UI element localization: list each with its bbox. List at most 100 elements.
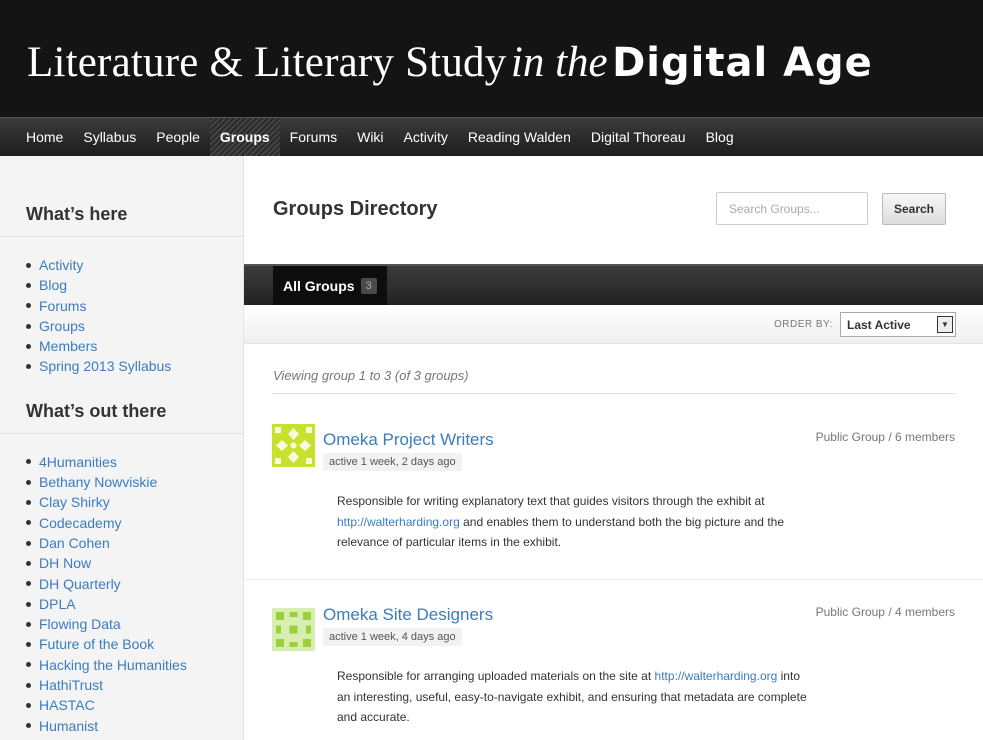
sidebar-link[interactable]: Future of the Book xyxy=(26,634,243,654)
bullet-icon xyxy=(26,621,31,627)
sidebar-link[interactable]: 4Humanities xyxy=(26,452,243,472)
order-by-label: ORDER BY: xyxy=(774,319,833,330)
whats-here-list: Activity Blog Forums Groups Members Spri… xyxy=(0,255,243,377)
sidebar-link[interactable]: Groups xyxy=(26,316,243,336)
group-description: Responsible for arranging uploaded mater… xyxy=(337,666,807,728)
sidebar-link-label: Spring 2013 Syllabus xyxy=(39,358,172,375)
nav-activity[interactable]: Activity xyxy=(394,118,458,156)
search-input[interactable] xyxy=(716,192,868,225)
site-title-part3: Digital Age xyxy=(612,40,873,86)
whats-out-there-list: 4Humanities Bethany Nowviskie Clay Shirk… xyxy=(0,452,243,736)
order-by-select[interactable]: Last Active ▼ xyxy=(840,312,956,337)
group-item: Omeka Project Writers active 1 week, 2 d… xyxy=(244,406,983,580)
sidebar-link-label: Clay Shirky xyxy=(39,494,110,511)
group-last-active: active 1 week, 4 days ago xyxy=(323,628,462,646)
sidebar-link-label: Dan Cohen xyxy=(39,534,110,551)
nav-people[interactable]: People xyxy=(146,118,210,156)
group-type-members: Public Group / 6 members xyxy=(815,430,955,444)
group-item: Omeka Site Designers active 1 week, 4 da… xyxy=(244,581,983,740)
nav-forums[interactable]: Forums xyxy=(280,118,347,156)
bullet-icon xyxy=(26,702,31,708)
widget-title-whats-out-there: What’s out there xyxy=(0,401,243,434)
sidebar-link[interactable]: HathiTrust xyxy=(26,675,243,695)
sidebar-link[interactable]: HASTAC xyxy=(26,695,243,715)
sidebar-link[interactable]: Dan Cohen xyxy=(26,533,243,553)
site-title-part2: in the xyxy=(510,39,608,86)
widget-title-whats-here: What’s here xyxy=(0,204,243,237)
tab-all-groups[interactable]: All Groups 3 xyxy=(273,266,387,305)
sidebar-link[interactable]: Blog xyxy=(26,275,243,295)
identicon-icon xyxy=(272,608,315,651)
bullet-icon xyxy=(26,262,31,268)
sidebar-link-label: HASTAC xyxy=(39,697,95,714)
bullet-icon xyxy=(26,303,31,309)
viewing-count: Viewing group 1 to 3 (of 3 groups) xyxy=(273,368,955,394)
bullet-icon xyxy=(26,343,31,349)
bullet-icon xyxy=(26,560,31,566)
identicon-icon xyxy=(272,424,315,467)
sidebar-link-label: Hacking the Humanities xyxy=(39,656,187,673)
sidebar-link[interactable]: DPLA xyxy=(26,594,243,614)
sidebar-link[interactable]: Spring 2013 Syllabus xyxy=(26,356,243,376)
sidebar-link[interactable]: Clay Shirky xyxy=(26,492,243,512)
bullet-icon xyxy=(26,500,31,506)
sidebar: What’s here Activity Blog Forums Groups … xyxy=(0,156,244,740)
sidebar-link-label: DH Quarterly xyxy=(39,575,121,592)
group-type-members: Public Group / 4 members xyxy=(815,605,955,619)
bullet-icon xyxy=(26,323,31,329)
group-avatar[interactable] xyxy=(272,608,315,651)
nav-groups[interactable]: Groups xyxy=(209,118,280,156)
group-name-link[interactable]: Omeka Site Designers xyxy=(323,605,493,625)
tabs-bar: All Groups 3 xyxy=(244,264,983,305)
nav-wiki[interactable]: Wiki xyxy=(347,118,393,156)
sidebar-link[interactable]: DH Now xyxy=(26,553,243,573)
sidebar-link-label: Future of the Book xyxy=(39,636,155,653)
group-description: Responsible for writing explanatory text… xyxy=(337,491,807,553)
nav-syllabus[interactable]: Syllabus xyxy=(73,118,146,156)
group-desc-text: Responsible for writing explanatory text… xyxy=(337,494,765,508)
group-desc-link[interactable]: http://walterharding.org xyxy=(337,515,460,529)
sidebar-link[interactable]: Bethany Nowviskie xyxy=(26,472,243,492)
bullet-icon xyxy=(26,682,31,688)
bullet-icon xyxy=(26,642,31,648)
bullet-icon xyxy=(26,723,31,729)
nav-blog[interactable]: Blog xyxy=(696,118,744,156)
group-avatar[interactable] xyxy=(272,424,315,467)
group-desc-link[interactable]: http://walterharding.org xyxy=(655,669,778,683)
sidebar-link-label: HathiTrust xyxy=(39,677,104,694)
site-header: Literature & Literary Study in the Digit… xyxy=(0,0,983,117)
bullet-icon xyxy=(26,459,31,465)
sidebar-link[interactable]: Flowing Data xyxy=(26,614,243,634)
sidebar-link[interactable]: Humanist xyxy=(26,716,243,736)
site-title[interactable]: Literature & Literary Study in the Digit… xyxy=(27,38,983,87)
bullet-icon xyxy=(26,601,31,607)
order-by-value: Last Active xyxy=(847,318,911,332)
bullet-icon xyxy=(26,662,31,668)
group-last-active: active 1 week, 2 days ago xyxy=(323,453,462,471)
sidebar-link[interactable]: Members xyxy=(26,336,243,356)
search-button[interactable]: Search xyxy=(882,193,946,225)
tab-count-badge: 3 xyxy=(360,277,377,294)
sidebar-link-label: Flowing Data xyxy=(39,616,121,633)
sidebar-link[interactable]: Activity xyxy=(26,255,243,275)
sidebar-link[interactable]: DH Quarterly xyxy=(26,574,243,594)
main-content: Groups Directory Search All Groups 3 ORD… xyxy=(244,156,983,740)
sidebar-link[interactable]: Codecademy xyxy=(26,513,243,533)
sidebar-link-label: DH Now xyxy=(39,555,92,572)
dropdown-arrow-icon[interactable]: ▼ xyxy=(937,316,953,333)
sidebar-link-label: Forums xyxy=(39,297,87,314)
main-nav: Home Syllabus People Groups Forums Wiki … xyxy=(0,117,983,156)
nav-digital-thoreau[interactable]: Digital Thoreau xyxy=(581,118,696,156)
group-desc-text: Responsible for arranging uploaded mater… xyxy=(337,669,652,683)
nav-reading-walden[interactable]: Reading Walden xyxy=(458,118,581,156)
group-name-link[interactable]: Omeka Project Writers xyxy=(323,430,494,450)
page-title: Groups Directory xyxy=(273,198,438,220)
sidebar-link[interactable]: Hacking the Humanities xyxy=(26,655,243,675)
bullet-icon xyxy=(26,479,31,485)
sidebar-link-label: Activity xyxy=(39,257,84,273)
nav-home[interactable]: Home xyxy=(16,118,73,156)
sidebar-link[interactable]: Forums xyxy=(26,296,243,316)
sidebar-link-label: Groups xyxy=(39,317,85,334)
sidebar-link-label: DPLA xyxy=(39,595,76,612)
sidebar-link-label: Members xyxy=(39,338,98,355)
